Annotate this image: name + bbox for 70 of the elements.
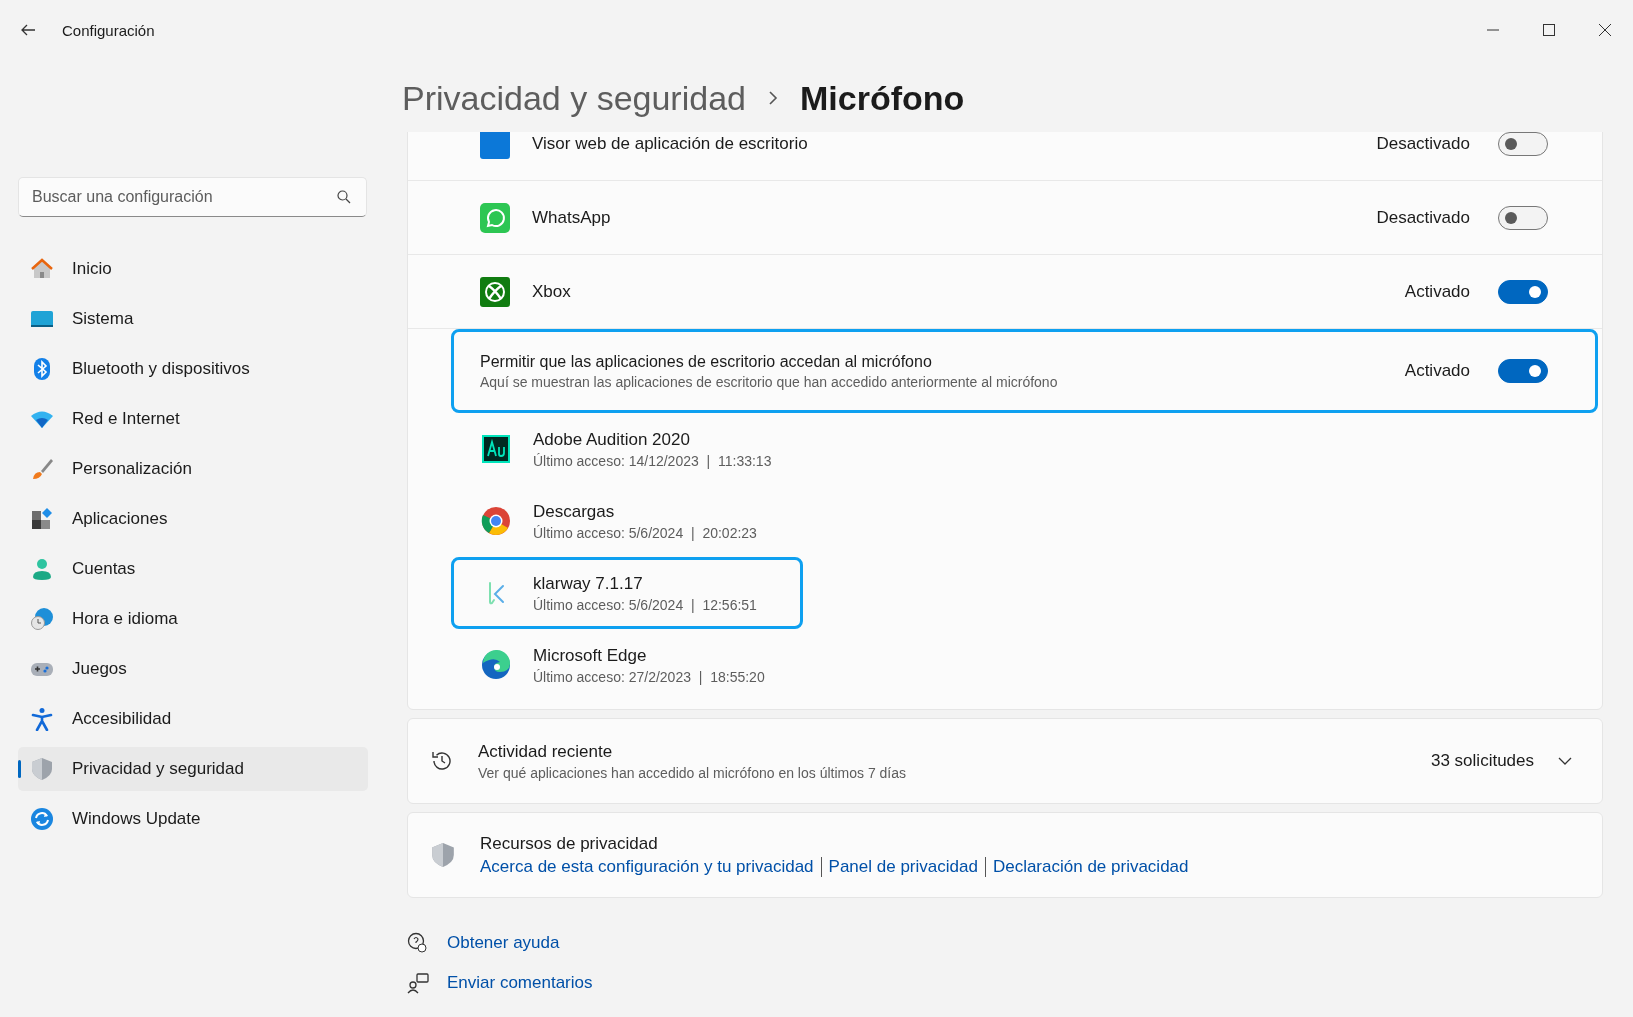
nav-item[interactable]: Sistema [18, 297, 368, 341]
xbox-icon [480, 276, 510, 307]
nav-item[interactable]: Accesibilidad [18, 697, 368, 741]
privacy-link[interactable]: Panel de privacidad [820, 856, 978, 877]
maximize-icon[interactable] [1543, 24, 1555, 36]
nav-item[interactable]: Juegos [18, 647, 368, 691]
globe-clock-icon [30, 607, 54, 631]
app-icon [480, 132, 510, 159]
search-field[interactable]: Buscar una configuración [18, 177, 367, 217]
app-name: Microsoft Edge [533, 645, 648, 666]
sync-icon [30, 807, 54, 831]
toggle-switch[interactable] [1498, 359, 1548, 383]
last-access-text: Último acceso: 14/12/2023 | 11:33:13 [533, 452, 772, 469]
nav-item[interactable]: Cuentas [18, 547, 368, 591]
brush-icon [30, 457, 54, 481]
app-name: Xbox [532, 281, 571, 302]
last-access-text: Último acceso: 5/6/2024 | 20:02:23 [533, 524, 757, 541]
nav-item[interactable]: Windows Update [18, 797, 368, 841]
toggle-status: Desactivado [1376, 207, 1470, 228]
privacy-link[interactable]: Declaración de privacidad [984, 856, 1189, 877]
toggle-status: Desactivado [1376, 133, 1470, 154]
section-title: Recursos de privacidad [480, 833, 659, 854]
section-title: Actividad reciente [478, 741, 614, 762]
breadcrumb-parent[interactable]: Privacidad y seguridad [402, 78, 746, 118]
page-title: Micrófono [799, 78, 965, 118]
app-name: WhatsApp [532, 207, 611, 228]
home-icon [30, 257, 54, 281]
audition-icon [481, 434, 511, 464]
nav-item[interactable]: Personalización [18, 447, 368, 491]
privacy-link[interactable]: Acerca de esta configuración y tu privacidad [480, 856, 814, 877]
recent-activity-card[interactable]: Actividad reciente Ver qué aplicaciones han accedido al micrófono en los últimos 7 días 33 solicitudes [407, 718, 1603, 804]
window-title: Configuración [62, 21, 155, 39]
footer-link[interactable]: Enviar comentarios [447, 973, 593, 993]
wave-icon [481, 650, 511, 680]
shield-icon [430, 842, 456, 868]
section-description: Ver qué aplicaciones han accedido al micrófono en los últimos 7 días [478, 764, 907, 781]
history-icon [430, 749, 454, 773]
chat-icon [480, 202, 510, 233]
help-icon [407, 932, 429, 954]
accessibility-icon [30, 707, 54, 731]
toggle-status: Activado [1404, 361, 1470, 381]
request-count: 33 solicitudes [1431, 751, 1534, 771]
nav-item[interactable]: Privacidad y seguridad [18, 747, 368, 791]
nav-item[interactable]: Aplicaciones [18, 497, 368, 541]
app-name: Descargas [533, 501, 616, 522]
setting-description: Aquí se muestran las aplicaciones de escritorio que han accedido anteriormente al micrófono [480, 373, 1058, 390]
nav-item[interactable]: Bluetooth y dispositivos [18, 347, 368, 391]
footer-link[interactable]: Obtener ayuda [447, 933, 560, 953]
nav-item[interactable]: Hora e idioma [18, 597, 368, 641]
setting-title: Permitir que las aplicaciones de escritorio accedan al micrófono [480, 352, 933, 371]
back-icon[interactable] [20, 22, 36, 38]
toggle-status: Activado [1404, 281, 1470, 302]
apps-icon [30, 507, 54, 531]
last-access-text: Último acceso: 27/2/2023 | 18:55:20 [533, 668, 765, 685]
search-icon [337, 190, 351, 204]
toggle-switch[interactable] [1498, 205, 1548, 230]
browser-icon [481, 506, 511, 536]
close-icon[interactable] [1599, 24, 1611, 36]
toggle-switch[interactable] [1498, 279, 1548, 304]
app-name: Visor web de aplicación de escritorio [532, 133, 808, 154]
shield-icon [30, 757, 54, 781]
nav-item[interactable]: Red e Internet [18, 397, 368, 441]
feedback-icon [407, 972, 429, 994]
chevron-right-icon [767, 90, 778, 106]
app-name: klarway 7.1.17 [533, 573, 644, 594]
toggle-switch[interactable] [1498, 132, 1548, 156]
person-icon [30, 557, 54, 581]
app-name: Adobe Audition 2020 [533, 429, 691, 450]
last-access-text: Último acceso: 5/6/2024 | 12:56:51 [533, 596, 757, 613]
nav-item[interactable]: Inicio [18, 247, 368, 291]
